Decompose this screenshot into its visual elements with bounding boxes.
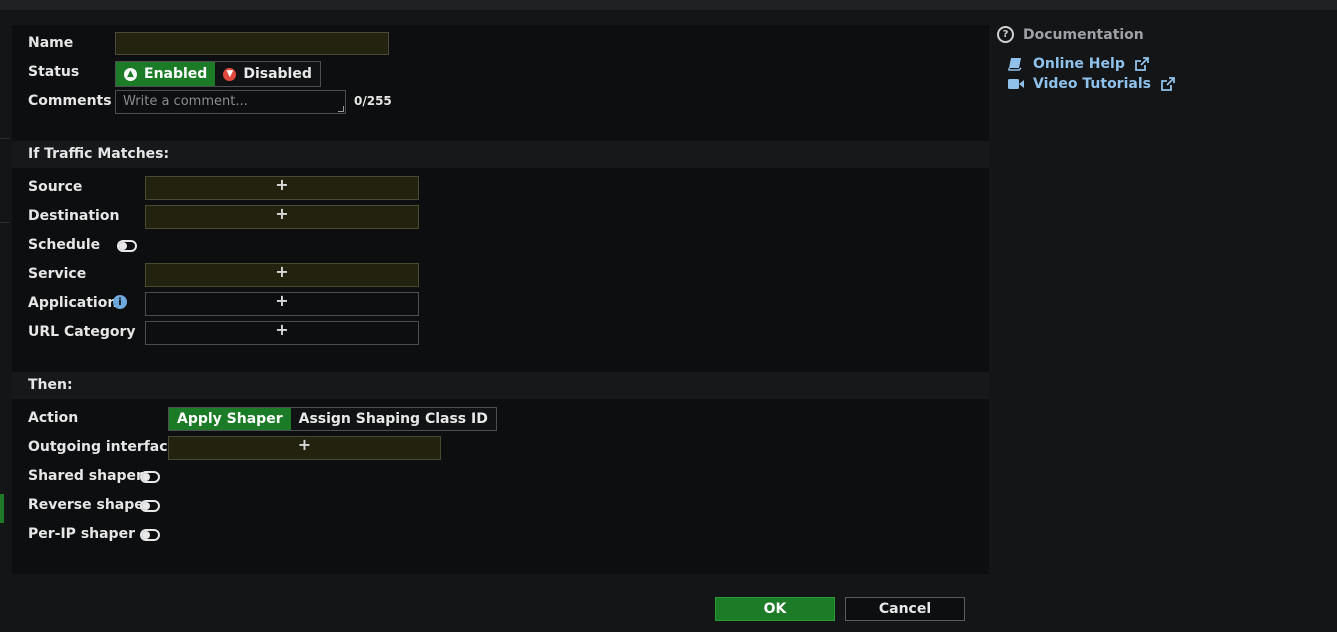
url-category-label: URL Category [28, 324, 136, 340]
name-input[interactable] [115, 32, 389, 55]
destination-select[interactable]: + [145, 205, 419, 229]
cancel-button[interactable]: Cancel [845, 597, 965, 621]
video-icon [1008, 78, 1024, 90]
add-icon: + [275, 320, 289, 339]
book-icon [1008, 57, 1024, 71]
left-divider [0, 222, 10, 223]
source-select[interactable]: + [145, 176, 419, 200]
documentation-title-text: Documentation [1023, 26, 1144, 43]
add-icon: + [275, 204, 289, 223]
status-label: Status [28, 64, 80, 80]
resize-grip[interactable] [338, 106, 344, 112]
source-label: Source [28, 179, 83, 195]
action-label: Action [28, 410, 79, 426]
video-tutorials-link[interactable]: Video Tutorials [1008, 76, 1175, 92]
then-section-header: Then: [12, 372, 989, 399]
comments-label: Comments [28, 93, 112, 109]
destination-label: Destination [28, 208, 120, 224]
video-tutorials-label: Video Tutorials [1033, 76, 1151, 92]
add-icon: + [275, 262, 289, 281]
arrow-down-circle-icon: ▼ [223, 67, 237, 81]
question-circle-icon: ? [997, 26, 1014, 43]
traffic-section-header: If Traffic Matches: [12, 141, 989, 168]
outgoing-interface-label: Outgoing interface [28, 439, 178, 455]
reverse-shaper-toggle[interactable] [140, 500, 160, 512]
per-ip-shaper-toggle[interactable] [140, 529, 160, 541]
service-select[interactable]: + [145, 263, 419, 287]
external-link-icon [1160, 76, 1175, 92]
outgoing-interface-select[interactable]: + [168, 436, 441, 460]
shared-shaper-toggle[interactable] [140, 471, 160, 483]
name-label: Name [28, 35, 74, 51]
apply-shaper-option[interactable]: Apply Shaper [169, 408, 291, 430]
schedule-toggle[interactable] [117, 240, 137, 252]
comments-counter: 0/255 [354, 94, 392, 108]
schedule-label: Schedule [28, 237, 101, 253]
online-help-link[interactable]: Online Help [1008, 56, 1149, 72]
ok-button[interactable]: OK [715, 597, 835, 621]
form-panel: Name Status ▲ Enabled ▼ Disabled Comment… [12, 25, 989, 574]
left-selection-indicator [0, 494, 4, 523]
add-icon: + [297, 435, 312, 454]
status-disabled-option[interactable]: ▼ Disabled [215, 62, 320, 86]
online-help-label: Online Help [1033, 56, 1125, 72]
add-icon: + [275, 175, 289, 194]
comments-textarea[interactable]: Write a comment... [115, 90, 346, 114]
documentation-title: ? Documentation [997, 26, 1144, 43]
application-select[interactable]: + [145, 292, 419, 316]
add-icon: + [275, 291, 289, 310]
arrow-up-circle-icon: ▲ [124, 67, 137, 81]
comments-placeholder: Write a comment... [123, 94, 248, 109]
top-bar [0, 0, 1337, 10]
application-label: Application [28, 295, 118, 311]
info-icon[interactable]: i [113, 295, 127, 309]
status-enabled-option[interactable]: ▲ Enabled [116, 62, 216, 86]
status-toggle: ▲ Enabled ▼ Disabled [115, 61, 321, 87]
status-enabled-label: Enabled [144, 66, 208, 82]
external-link-icon [1134, 56, 1149, 72]
left-divider [0, 138, 10, 139]
assign-shaping-class-option[interactable]: Assign Shaping Class ID [290, 408, 496, 430]
status-disabled-label: Disabled [243, 66, 312, 82]
action-toggle: Apply Shaper Assign Shaping Class ID [168, 407, 497, 431]
service-label: Service [28, 266, 87, 282]
reverse-shaper-label: Reverse shaper [28, 497, 151, 513]
per-ip-shaper-label: Per-IP shaper [28, 526, 135, 542]
shared-shaper-label: Shared shaper [28, 468, 143, 484]
url-category-select[interactable]: + [145, 321, 419, 345]
